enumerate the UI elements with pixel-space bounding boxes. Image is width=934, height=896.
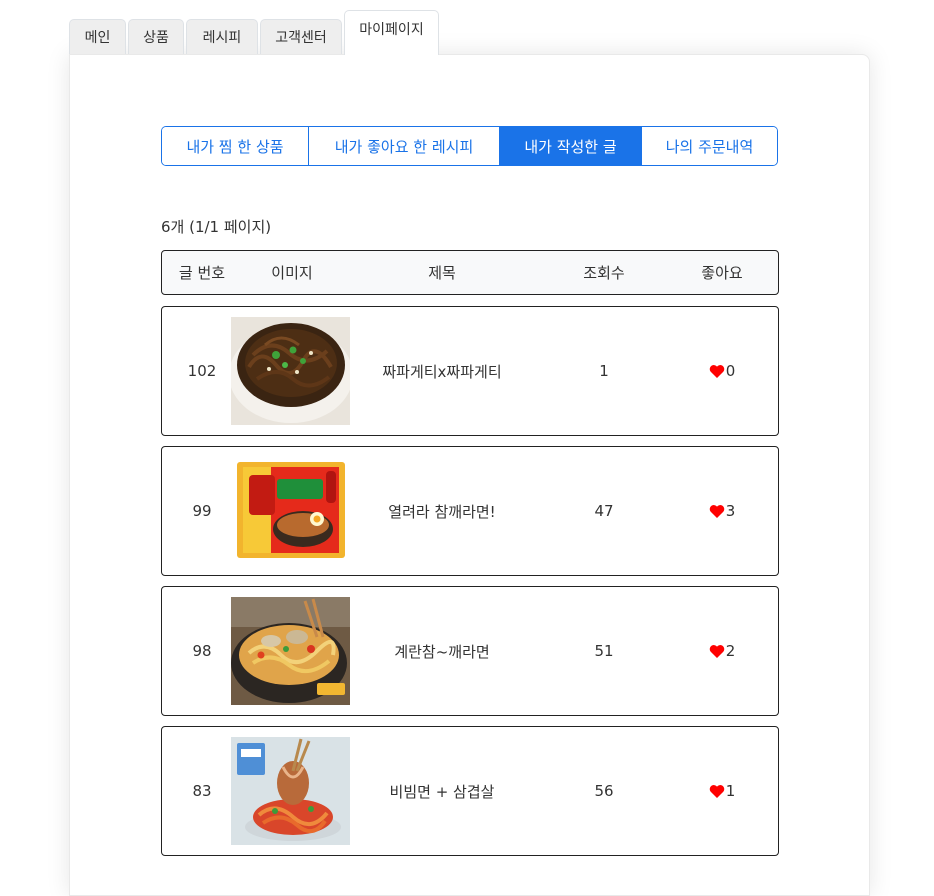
post-number: 98 [192,642,212,660]
header-number: 글 번호 [178,264,226,282]
sesame-ramen-package[interactable] [231,457,350,565]
like-count: 2 [725,642,736,660]
post-number: 102 [187,362,217,380]
header-views: 조회수 [583,264,625,282]
heart-icon [709,504,724,518]
tab-mypage[interactable]: 마이페이지 [344,10,439,55]
mypage-panel: 내가 찜 한 상품 내가 좋아요 한 레시피 내가 작성한 글 나의 주문내역 … [69,54,870,896]
tab-recipes[interactable]: 레시피 [186,19,258,54]
post-likes: 2 [666,587,778,715]
like-count: 0 [725,362,736,380]
mypage-sub-tabs: 내가 찜 한 상품 내가 좋아요 한 레시피 내가 작성한 글 나의 주문내역 [161,126,778,166]
post-views: 47 [594,502,614,520]
table-row[interactable]: 99 열려라 참깨라면! 47 3 [161,446,779,576]
header-image: 이미지 [271,264,313,282]
post-title[interactable]: 짜파게티x짜파게티 [342,307,542,435]
table-row[interactable]: 98 계란참~깨라면 51 2 [161,586,779,716]
header-title: 제목 [428,264,456,282]
subtab-wishlist[interactable]: 내가 찜 한 상품 [162,127,309,165]
subtab-liked-recipes[interactable]: 내가 좋아요 한 레시피 [309,127,500,165]
heart-icon [709,784,724,798]
subtab-order-history[interactable]: 나의 주문내역 [642,127,777,165]
tab-main[interactable]: 메인 [69,19,126,54]
post-likes: 1 [666,727,778,855]
post-number: 83 [192,782,212,800]
header-likes: 좋아요 [701,264,743,282]
ramen-bowl-photo[interactable] [231,597,350,705]
post-title[interactable]: 열려라 참깨라면! [342,447,542,575]
top-nav-tabs: 메인 상품 레시피 고객센터 마이페이지 [69,10,441,55]
tab-products[interactable]: 상품 [128,19,184,54]
tab-customer-center[interactable]: 고객센터 [260,19,342,54]
subtab-my-posts[interactable]: 내가 작성한 글 [500,127,642,165]
post-likes: 3 [666,447,778,575]
post-views: 56 [594,782,614,800]
like-count: 1 [725,782,736,800]
post-title[interactable]: 계란참~깨라면 [342,587,542,715]
post-views: 1 [599,362,609,380]
table-row[interactable]: 102 짜파게티x짜파게티 1 0 [161,306,779,436]
post-views: 51 [594,642,614,660]
post-count-label: 6개 (1/1 페이지) [161,218,272,236]
post-number: 99 [192,502,212,520]
post-title[interactable]: 비빔면 + 삼겹살 [342,727,542,855]
heart-icon [709,644,724,658]
post-likes: 0 [666,307,778,435]
like-count: 3 [725,502,736,520]
bibimmyeon-photo[interactable] [231,737,350,845]
table-row[interactable]: 83 비빔면 + 삼겹살 56 1 [161,726,779,856]
jjapaghetti-photo[interactable] [231,317,350,425]
table-header: 글 번호 이미지 제목 조회수 좋아요 [161,250,779,295]
heart-icon [709,364,724,378]
